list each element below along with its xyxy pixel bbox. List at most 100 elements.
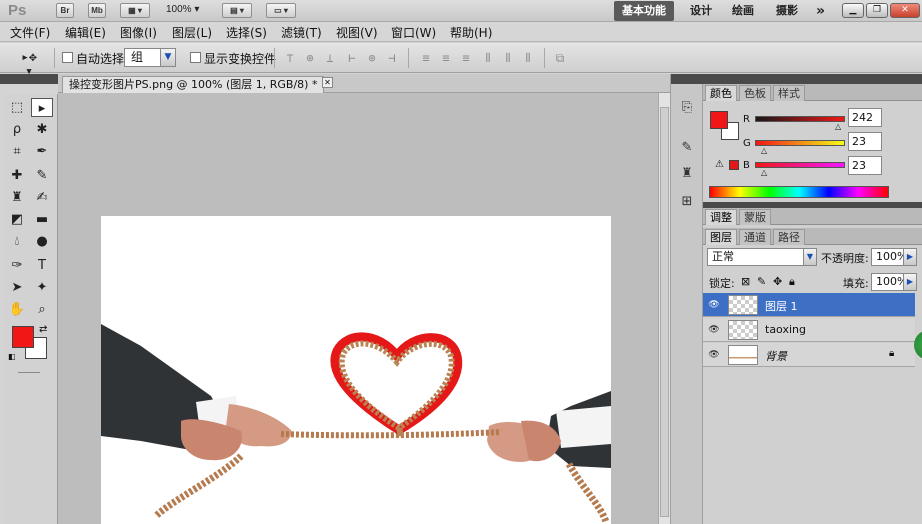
distribute-top-icon[interactable]: ≡: [418, 51, 434, 65]
marquee-tool-icon[interactable]: ⬚: [6, 98, 28, 117]
opacity-input[interactable]: 100% ▶: [871, 248, 917, 266]
show-transform-checkbox[interactable]: [190, 52, 201, 63]
screen-mode-button[interactable]: ▭ ▾: [266, 3, 296, 18]
workspace-essentials[interactable]: 基本功能: [614, 1, 674, 21]
r-value-input[interactable]: 242: [848, 108, 882, 127]
menu-file[interactable]: 文件(F): [10, 24, 50, 41]
healing-brush-tool-icon[interactable]: ✚: [6, 166, 28, 185]
align-hcenter-icon[interactable]: ⊕: [364, 51, 380, 65]
blur-tool-icon[interactable]: 💧︎: [6, 232, 28, 251]
vertical-scrollbar[interactable]: [658, 93, 670, 524]
visibility-eye-icon[interactable]: 👁︎: [708, 299, 720, 311]
menu-window[interactable]: 窗口(W): [391, 24, 436, 41]
tab-channels[interactable]: 通道: [739, 229, 771, 245]
close-document-icon[interactable]: ✕: [322, 77, 333, 88]
lock-all-icon[interactable]: 🔒︎: [789, 275, 795, 289]
lasso-tool-icon[interactable]: ρ: [6, 120, 28, 139]
close-icon[interactable]: ✕: [890, 3, 920, 18]
document-image[interactable]: [101, 216, 611, 524]
tab-adjustments[interactable]: 调整: [705, 209, 737, 225]
pen-tool-icon[interactable]: ✑: [6, 256, 28, 275]
visibility-eye-icon[interactable]: 👁︎: [708, 349, 720, 361]
align-left-icon[interactable]: ⊢: [344, 51, 360, 65]
lock-image-icon[interactable]: ✎: [757, 275, 766, 288]
tab-color[interactable]: 颜色: [705, 85, 737, 101]
r-slider-handle[interactable]: △: [835, 122, 841, 131]
lock-transparent-icon[interactable]: ⊠: [741, 275, 750, 288]
blend-mode-dropdown[interactable]: 正常 ▼: [707, 248, 817, 266]
clone-stamp-tool-icon[interactable]: ♜: [6, 188, 28, 207]
layer-row-taoxing[interactable]: 👁︎ taoxing: [703, 318, 915, 342]
visibility-eye-icon[interactable]: 👁︎: [708, 324, 720, 336]
tab-swatches[interactable]: 色板: [739, 85, 771, 101]
lock-position-icon[interactable]: ✥: [773, 275, 782, 288]
clone-source-panel-icon[interactable]: ♜: [677, 164, 697, 184]
more-workspaces-button[interactable]: »: [816, 0, 825, 22]
menu-help[interactable]: 帮助(H): [450, 24, 492, 41]
align-top-icon[interactable]: ⊤: [282, 51, 298, 65]
auto-select-dropdown[interactable]: 组 ▼: [124, 48, 176, 67]
menu-image[interactable]: 图像(I): [120, 24, 157, 41]
color-fg-swatch[interactable]: [710, 111, 728, 129]
move-tool-preset-icon[interactable]: ▸✥ ▾: [14, 51, 44, 79]
view-extras-button[interactable]: ▦ ▾: [120, 3, 150, 18]
tab-masks[interactable]: 蒙版: [739, 209, 771, 225]
tab-styles[interactable]: 样式: [773, 85, 805, 101]
minimize-icon[interactable]: ▁: [842, 3, 864, 18]
b-value-input[interactable]: 23: [848, 156, 882, 175]
color-spectrum-ramp[interactable]: [709, 186, 889, 198]
r-slider[interactable]: [755, 116, 845, 122]
workspace-painting[interactable]: 绘画: [732, 0, 754, 22]
default-colors-icon[interactable]: ◧: [8, 352, 16, 361]
g-value-input[interactable]: 23: [848, 132, 882, 151]
scrollbar-thumb[interactable]: [660, 107, 669, 517]
type-tool-icon[interactable]: T: [31, 256, 53, 275]
zoom-tool-icon[interactable]: ⌕: [31, 300, 53, 319]
hand-tool-icon[interactable]: ✋: [6, 300, 28, 319]
align-right-icon[interactable]: ⊣: [384, 51, 400, 65]
magic-wand-tool-icon[interactable]: ✱: [31, 120, 53, 139]
dodge-tool-icon[interactable]: ●: [31, 232, 53, 251]
menu-filter[interactable]: 滤镜(T): [281, 24, 322, 41]
brush-tool-icon[interactable]: ✎: [31, 166, 53, 185]
move-tool-icon[interactable]: ▸: [31, 98, 53, 117]
eyedropper-tool-icon[interactable]: ✒: [31, 142, 53, 161]
g-slider-handle[interactable]: △: [761, 146, 767, 155]
distribute-left-icon[interactable]: ⦀: [480, 51, 496, 65]
auto-align-layers-icon[interactable]: ⧉: [552, 51, 568, 65]
auto-select-checkbox[interactable]: [62, 52, 73, 63]
brush-panel-icon[interactable]: ✎: [677, 138, 697, 158]
history-panel-icon[interactable]: ⎘: [677, 98, 697, 118]
path-selection-tool-icon[interactable]: ➤: [6, 278, 28, 297]
fill-input[interactable]: 100% ▶: [871, 273, 917, 291]
b-slider-handle[interactable]: △: [761, 168, 767, 177]
distribute-bottom-icon[interactable]: ≡: [458, 51, 474, 65]
align-bottom-icon[interactable]: ⊥: [322, 51, 338, 65]
layer-row-layer1[interactable]: 👁︎ 图层 1: [703, 293, 915, 317]
workspace-design[interactable]: 设计: [690, 0, 712, 22]
foreground-color-swatch[interactable]: [12, 326, 34, 348]
custom-shape-tool-icon[interactable]: ✦: [31, 278, 53, 297]
bridge-button[interactable]: Br: [56, 3, 74, 18]
gamut-color-swatch[interactable]: [729, 160, 739, 170]
arrange-documents-button[interactable]: ▤ ▾: [222, 3, 252, 18]
history-brush-tool-icon[interactable]: ✍: [31, 188, 53, 207]
swap-colors-icon[interactable]: ⇄: [39, 324, 47, 335]
eraser-tool-icon[interactable]: ◩: [6, 210, 28, 229]
crop-tool-icon[interactable]: ⌗: [6, 142, 28, 161]
document-tab[interactable]: 操控变形图片PS.png @ 100% (图层 1, RGB/8) *: [62, 76, 325, 93]
distribute-vcenter-icon[interactable]: ≡: [438, 51, 454, 65]
warning-icon[interactable]: ⚠: [715, 159, 724, 170]
layer-row-background[interactable]: 👁︎ 背景 🔒︎: [703, 343, 915, 367]
menu-edit[interactable]: 编辑(E): [65, 24, 106, 41]
restore-icon[interactable]: ❐: [866, 3, 888, 18]
tab-layers[interactable]: 图层: [705, 229, 737, 245]
gradient-tool-icon[interactable]: ▬: [31, 210, 53, 229]
actions-panel-icon[interactable]: ⊞: [677, 192, 697, 212]
menu-view[interactable]: 视图(V): [336, 24, 378, 41]
menu-select[interactable]: 选择(S): [226, 24, 267, 41]
menu-layer[interactable]: 图层(L): [172, 24, 212, 41]
distribute-right-icon[interactable]: ⦀: [520, 51, 536, 65]
mini-bridge-button[interactable]: Mb: [88, 3, 106, 18]
distribute-hcenter-icon[interactable]: ⦀: [500, 51, 516, 65]
